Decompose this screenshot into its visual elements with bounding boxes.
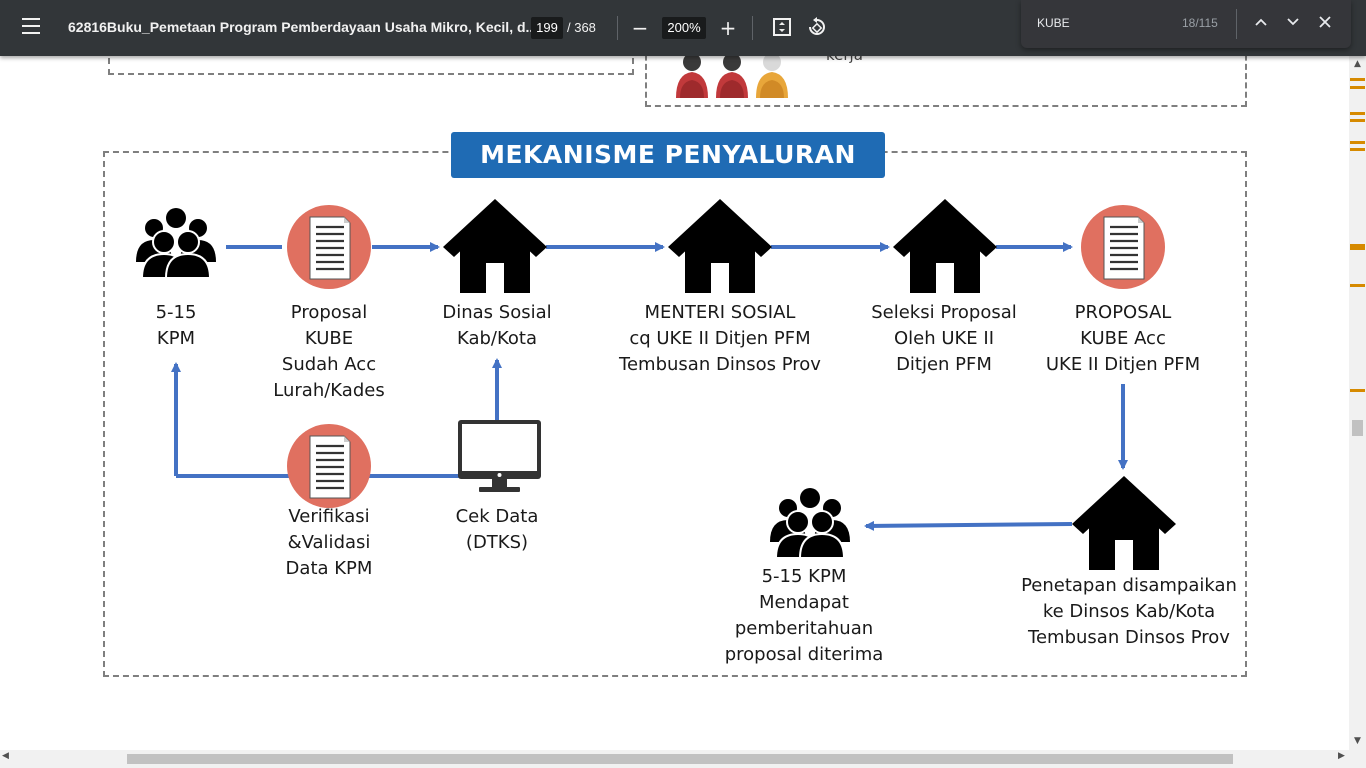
page-total: / 368 [567, 20, 596, 35]
document-icon [1079, 203, 1167, 291]
node-label-proposal-acc: PROPOSAL KUBE Acc UKE II Ditjen PFM [1045, 302, 1201, 375]
node-label-kpm-start: 5-15 KPM [155, 302, 197, 349]
node-label-menteri: MENTERI SOSIAL cq UKE II Ditjen PFM Temb… [619, 302, 821, 375]
house-icon [443, 199, 547, 293]
people-group-icon [769, 487, 851, 559]
search-match-marker [1350, 141, 1365, 144]
find-next-icon[interactable] [1281, 12, 1305, 36]
pdf-page: kerja MEKANISME PENYALURAN [0, 56, 1349, 750]
search-match-marker [1350, 244, 1365, 250]
find-input[interactable]: KUBE [1037, 16, 1070, 30]
toolbar-divider [617, 16, 618, 40]
people-group-icon [135, 207, 217, 279]
search-match-marker [1350, 284, 1365, 287]
find-match-count: 18/115 [1182, 16, 1218, 30]
zoom-level-input[interactable]: 200% [662, 17, 706, 39]
scroll-right-icon[interactable]: ▶ [1338, 751, 1345, 761]
scroll-down-icon[interactable]: ▼ [1349, 733, 1366, 750]
document-icon [285, 422, 373, 510]
minus-icon[interactable]: − [628, 16, 652, 40]
node-label-dinsos: Dinas Sosial Kab/Kota [442, 302, 552, 349]
search-match-marker [1350, 78, 1365, 81]
rotate-icon[interactable] [805, 16, 829, 40]
house-icon [893, 199, 997, 293]
document-viewport[interactable]: kerja MEKANISME PENYALURAN [0, 56, 1349, 750]
menu-icon[interactable] [22, 18, 46, 38]
node-label-cek-data: Cek Data (DTKS) [455, 506, 539, 553]
vertical-scrollbar[interactable] [1349, 56, 1366, 750]
monitor-icon [458, 420, 541, 492]
house-icon [668, 199, 772, 293]
node-label-verifikasi: Verifikasi &Validasi Data KPM [285, 506, 373, 579]
close-icon[interactable] [1313, 12, 1337, 36]
search-match-marker [1350, 148, 1365, 151]
search-match-marker [1350, 86, 1365, 89]
search-match-marker [1350, 112, 1365, 115]
plus-icon[interactable]: + [716, 16, 740, 40]
find-bar: KUBE 18/115 [1021, 0, 1351, 48]
search-match-marker [1350, 119, 1365, 122]
horizontal-scroll-thumb[interactable] [127, 754, 1233, 764]
document-icon [285, 203, 373, 291]
node-label-seleksi: Seleksi Proposal Oleh UKE II Ditjen PFM [871, 302, 1017, 375]
node-label-penetapan: Penetapan disampaikan ke Dinsos Kab/Kota… [1021, 575, 1237, 648]
document-title: 62816Buku_Pemetaan Program Pemberdayaan … [68, 19, 538, 35]
node-label-proposal: Proposal KUBE Sudah Acc Lurah/Kades [273, 302, 385, 401]
house-icon [1072, 476, 1176, 570]
page-number-input[interactable]: 199 [531, 17, 563, 39]
flow-arrow [864, 520, 1073, 531]
node-label-kpm-end: 5-15 KPM Mendapat pemberitahuan proposal… [724, 566, 884, 665]
find-divider [1236, 9, 1237, 39]
find-previous-icon[interactable] [1249, 12, 1273, 36]
scroll-left-icon[interactable]: ◀ [2, 751, 9, 761]
toolbar-divider [752, 16, 753, 40]
scroll-up-icon[interactable]: ▲ [1349, 56, 1366, 73]
vertical-scroll-thumb[interactable] [1352, 420, 1363, 436]
fit-page-icon[interactable] [770, 16, 794, 40]
search-match-marker [1350, 389, 1365, 392]
